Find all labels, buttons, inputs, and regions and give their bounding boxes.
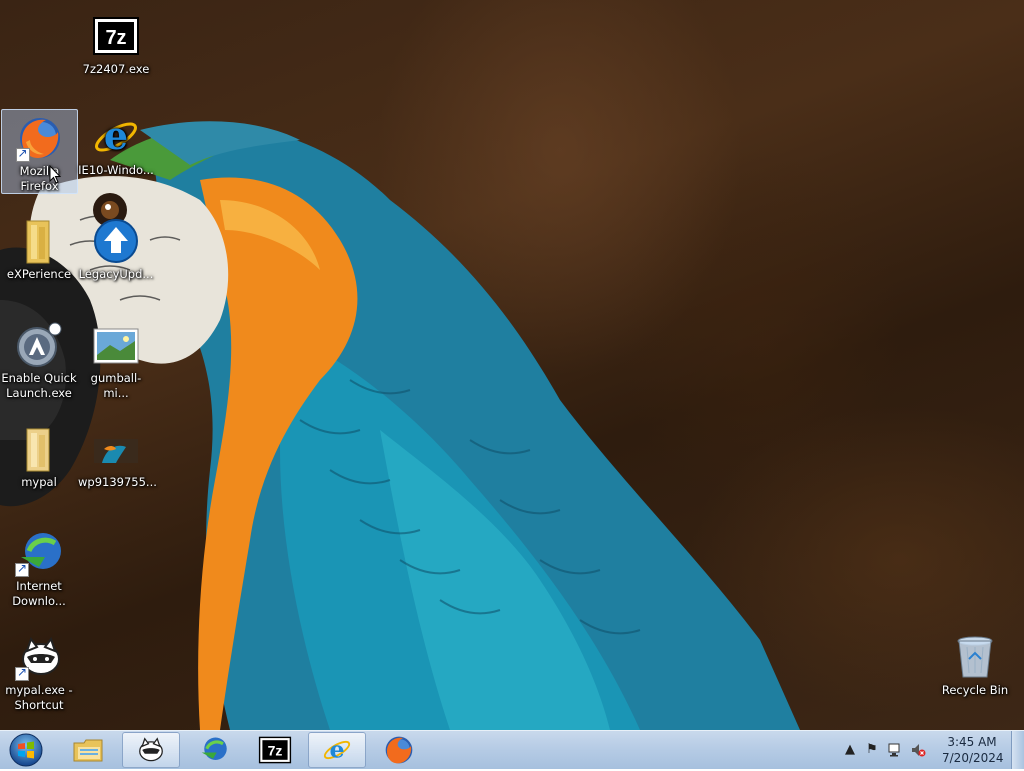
recycle-bin-icon (951, 633, 999, 681)
desktop-icon-7z-installer[interactable]: 7z 7z2407.exe (78, 8, 154, 77)
clock-time: 3:45 AM (947, 735, 997, 749)
desktop-icon-recycle-bin[interactable]: Recycle Bin (937, 629, 1013, 698)
desktop-icon-label: Enable Quick Launch.exe (1, 371, 77, 400)
desktop-icon-label: LegacyUpd... (78, 267, 154, 281)
7zip-app-icon: 7z (258, 736, 292, 764)
internet-explorer-icon: e (323, 736, 351, 764)
taskbar: 7z e ▲ ⚑ 3:45 AM 7/20/2024 (0, 730, 1024, 769)
desktop-icon-label: mypal (21, 475, 57, 489)
internet-download-manager-icon (15, 529, 63, 577)
desktop-icon-label: wp9139755... (78, 475, 157, 489)
desktop-icon-mypal-shortcut[interactable]: mypal.exe - Shortcut (1, 629, 77, 713)
start-button[interactable] (4, 732, 48, 768)
internet-download-manager-icon (201, 737, 227, 760)
action-center-flag-icon[interactable]: ⚑ (864, 742, 880, 758)
show-desktop-button[interactable] (1011, 731, 1024, 769)
desktop-icon-experience-folder[interactable]: eXPerience (1, 213, 77, 282)
svg-text:7z: 7z (268, 743, 283, 759)
network-icon[interactable] (887, 742, 903, 758)
folder-icon (15, 217, 63, 265)
desktop-icon-ie10-installer[interactable]: e IE10-Windo... (78, 109, 154, 178)
system-clock[interactable]: 3:45 AM 7/20/2024 (942, 734, 1004, 766)
mouse-pointer-icon (49, 165, 61, 184)
desktop-icon-label: 7z2407.exe (82, 62, 150, 76)
desktop-icon-label: IE10-Windo... (78, 163, 154, 177)
folder-library-icon (73, 739, 103, 762)
taskbar-mypal-button[interactable] (122, 732, 180, 768)
taskbar-7zip-button[interactable]: 7z (246, 732, 304, 768)
taskbar-firefox-button[interactable] (370, 732, 428, 768)
mypal-raccoon-icon (15, 633, 63, 681)
windows-orb-icon (9, 733, 43, 767)
firefox-icon (385, 736, 413, 764)
desktop-icon-internet-download-manager[interactable]: Internet Downlo... (1, 525, 77, 609)
show-hidden-icons-chevron-icon[interactable]: ▲ (842, 742, 858, 758)
legacy-update-icon (92, 217, 140, 265)
taskbar-idm-button[interactable] (184, 732, 242, 768)
desktop-icon-legacy-update[interactable]: LegacyUpd... (78, 213, 154, 282)
svg-text:e: e (104, 113, 128, 158)
desktop-icon-enable-quick-launch[interactable]: Enable Quick Launch.exe (1, 317, 77, 401)
desktop-icon-label: mypal.exe - Shortcut (5, 683, 73, 712)
desktop-icon-label: eXPerience (6, 267, 72, 281)
taskbar-internet-explorer-button[interactable]: e (308, 732, 366, 768)
svg-text:e: e (329, 736, 344, 764)
svg-text:7z: 7z (105, 27, 126, 49)
shortcut-arrow-icon (15, 665, 29, 681)
volume-muted-icon[interactable] (910, 742, 926, 758)
taskbar-windows-explorer-button[interactable] (60, 732, 118, 768)
desktop-icon-label: gumball-mi... (90, 371, 142, 400)
image-file-icon (92, 321, 140, 369)
folder-icon (15, 425, 63, 473)
firefox-icon (15, 114, 64, 162)
desktop-icon-label: Recycle Bin (941, 683, 1009, 697)
internet-explorer-icon: e (92, 113, 140, 161)
desktop-icon-wp-image[interactable]: wp9139755... (78, 421, 157, 490)
desktop-icon-label: Internet Downlo... (12, 579, 66, 608)
7zip-app-icon: 7z (92, 12, 140, 60)
desktop-icon-firefox[interactable]: Mozilla Firefox (1, 109, 78, 194)
shortcut-arrow-icon (15, 561, 29, 577)
image-file-icon (92, 425, 140, 473)
mypal-raccoon-icon (139, 737, 163, 762)
clock-date: 7/20/2024 (942, 751, 1004, 765)
quick-launch-app-icon (15, 321, 63, 369)
desktop-icon-gumball-image[interactable]: gumball-mi... (78, 317, 154, 401)
shortcut-arrow-icon (15, 146, 30, 162)
desktop-icon-mypal-folder[interactable]: mypal (1, 421, 77, 490)
